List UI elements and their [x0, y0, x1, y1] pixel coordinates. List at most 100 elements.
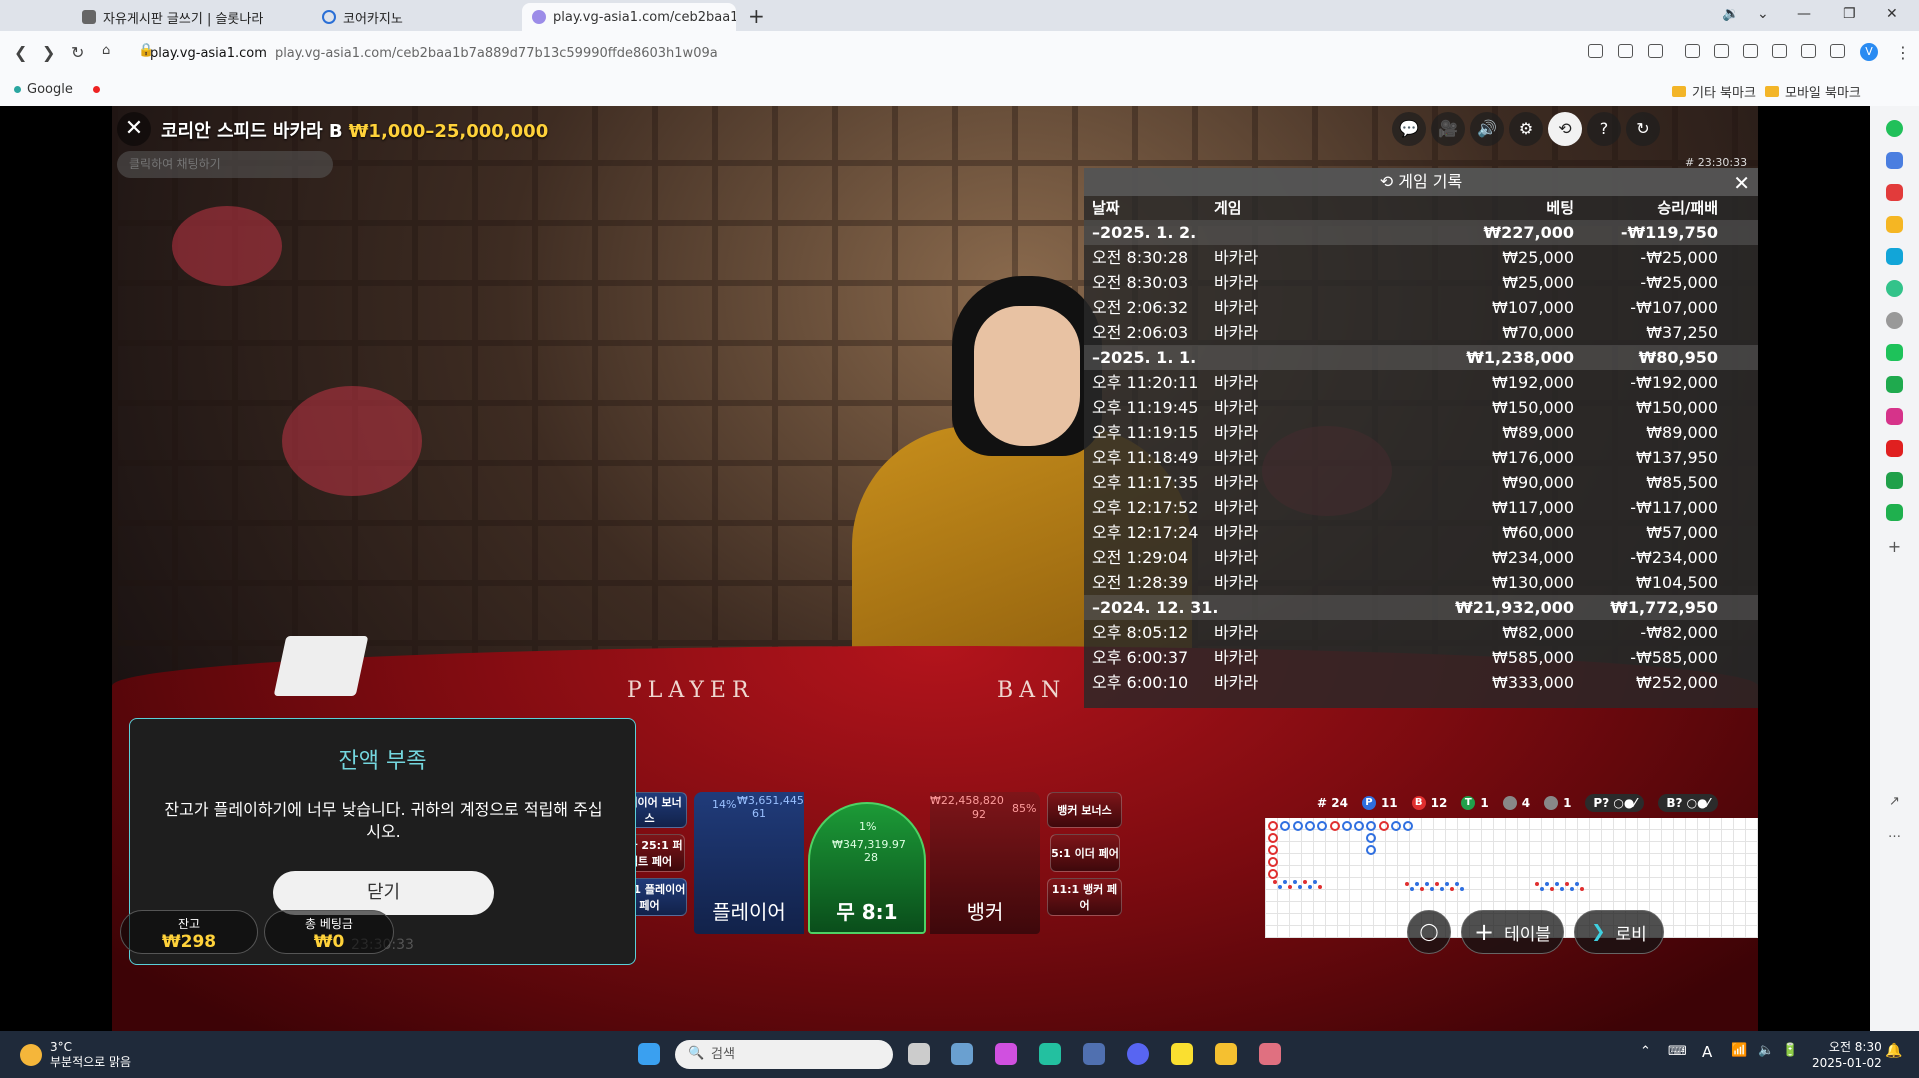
chat-input[interactable] [117, 151, 333, 178]
close-dialog-button[interactable]: 닫기 [273, 871, 494, 915]
screen-capture-icon[interactable] [1772, 44, 1787, 58]
sidebar-app-icon[interactable] [1886, 184, 1903, 201]
youtube-icon[interactable] [1886, 440, 1903, 457]
screenshot-icon[interactable] [1801, 44, 1816, 58]
bookmark-other[interactable]: 기타 북마크 [1672, 82, 1756, 101]
history-icon[interactable]: ⟲ [1548, 112, 1582, 146]
discord-icon[interactable] [1127, 1043, 1149, 1065]
tab-vg-asia[interactable]: play.vg-asia1.com/ceb2baa1b × [522, 3, 736, 31]
sidebar-app-icon[interactable] [1886, 312, 1903, 329]
sidebar-app-icon[interactable] [1886, 152, 1903, 169]
tab-corecasino[interactable]: 코어카지노 [312, 3, 522, 31]
edge-browser-icon[interactable] [1039, 1043, 1061, 1065]
maximize-button[interactable]: ❐ [1843, 6, 1856, 22]
player-predict-button[interactable]: P? ○●⁄ [1585, 794, 1645, 812]
tray-chevron-icon[interactable]: ⌃ [1640, 1044, 1651, 1059]
help-icon[interactable]: ? [1587, 112, 1621, 146]
new-tab-button[interactable]: + [748, 4, 765, 28]
more-icon[interactable]: … [1886, 826, 1903, 843]
copilot-icon[interactable] [1886, 120, 1903, 137]
volume-tray-icon[interactable]: 🔈 [1758, 1043, 1774, 1058]
notification-bell-icon[interactable]: 🔔 [1885, 1043, 1902, 1059]
play-icon[interactable] [1886, 376, 1903, 393]
felt-banker-text: BAN [997, 678, 1067, 703]
history-cell-date: 오전 8:30:28 [1092, 248, 1189, 267]
sidebar-app-icon[interactable] [1886, 504, 1903, 521]
kakaotalk-icon[interactable] [1171, 1043, 1193, 1065]
player-win-count: 11 [1380, 796, 1398, 810]
wifi-icon[interactable]: 📶 [1731, 1043, 1747, 1058]
tab-slotnara[interactable]: 자유게시판 글쓰기 | 슬롯나라 [72, 3, 312, 31]
close-window-button[interactable]: ✕ [1886, 6, 1898, 22]
either-pair-bet[interactable]: 5:1 이더 페어 [1050, 834, 1120, 872]
sidebar-app-icon[interactable] [1886, 472, 1903, 489]
back-icon[interactable]: ❮ [14, 43, 27, 62]
file-explorer-icon[interactable] [1215, 1043, 1237, 1065]
battery-icon[interactable]: 🔋 [1782, 1043, 1798, 1058]
keyboard-icon[interactable]: ⌨ [1668, 1044, 1687, 1059]
sidebar-app-icon[interactable] [1886, 248, 1903, 265]
reload-stream-icon[interactable]: ↻ [1626, 112, 1660, 146]
app-icon[interactable] [1083, 1043, 1105, 1065]
chevron-down-icon[interactable]: ⌄ [1757, 6, 1769, 22]
banker-bonus-bet[interactable]: 뱅커 보너스 [1047, 792, 1122, 828]
photos-app-icon[interactable] [951, 1043, 973, 1065]
add-icon[interactable]: + [1886, 538, 1903, 555]
ime-icon[interactable]: A [1702, 1043, 1712, 1061]
sidebar-app-icon[interactable] [1886, 280, 1903, 297]
url-input[interactable]: play.vg-asia1.com play.vg-asia1.com/ceb2… [150, 38, 718, 68]
banker-pair-bet[interactable]: 11:1 뱅커 페어 [1047, 878, 1122, 916]
plus-icon: + [1473, 918, 1495, 946]
game-viewport: PLAYER BAN ✕ 코리안 스피드 바카라 B ₩1,000–25,000,… [112, 106, 1758, 1031]
download-icon[interactable] [1743, 44, 1758, 58]
close-history-icon[interactable]: ✕ [1733, 171, 1750, 195]
tie-count: 1 [1480, 796, 1489, 810]
video-icon[interactable]: 🎥 [1431, 112, 1465, 146]
reading-list-icon[interactable] [1714, 44, 1729, 58]
bookmark-mobile[interactable]: 모바일 북마크 [1765, 82, 1861, 101]
extensions-icon[interactable] [1685, 44, 1700, 58]
roadmap-mini-mark [1298, 885, 1302, 889]
lobby-button[interactable]: ❯ 로비 [1574, 910, 1664, 954]
start-menu-icon[interactable] [638, 1043, 660, 1065]
chat-bubble-button[interactable]: ◯ [1407, 910, 1451, 954]
table-button[interactable]: + 테이블 [1461, 910, 1564, 954]
minimize-button[interactable]: — [1797, 6, 1811, 22]
history-cell-bet: ₩25,000 [1502, 248, 1574, 267]
sidebar-app-icon[interactable] [1886, 216, 1903, 233]
cast-icon[interactable] [1588, 44, 1603, 58]
sidebar-app-icon[interactable] [1886, 344, 1903, 361]
system-clock[interactable]: 오전 8:30 2025-01-02 [1812, 1039, 1882, 1071]
task-view-icon[interactable] [908, 1043, 930, 1065]
forward-icon[interactable]: ❯ [42, 43, 55, 62]
bookmark-star-icon[interactable] [1648, 44, 1663, 58]
banker-predict-button[interactable]: B? ○●⁄ [1658, 794, 1718, 812]
instagram-icon[interactable] [1886, 408, 1903, 425]
bookmark-google[interactable]: Google [14, 82, 100, 97]
settings-gear-icon[interactable]: ⚙ [1509, 112, 1543, 146]
reload-icon[interactable]: ↻ [71, 43, 84, 62]
external-link-icon[interactable]: ↗ [1886, 794, 1903, 811]
taskbar-search[interactable]: 검색 [675, 1040, 893, 1069]
player-bet[interactable]: 플레이어 [694, 792, 804, 934]
player-total: ₩3,651,445 [737, 794, 804, 807]
copilot-app-icon[interactable] [995, 1043, 1017, 1065]
chat-icon[interactable]: 💬 [1392, 112, 1426, 146]
roadmap-dot [1403, 821, 1414, 831]
close-game-button[interactable]: ✕ [117, 112, 151, 146]
banker-pct: 85% [1012, 802, 1037, 815]
volume-icon[interactable]: 🔊 [1470, 112, 1504, 146]
roadmap-mini-mark [1293, 880, 1297, 884]
share-icon[interactable] [1618, 44, 1633, 58]
home-icon[interactable]: ⌂ [102, 43, 110, 58]
folder-icon [1672, 86, 1686, 97]
weather-widget[interactable]: 3°C 부분적으로 맑음 [20, 1040, 131, 1070]
app-icon[interactable] [1259, 1043, 1281, 1065]
sidebar-toggle-icon[interactable] [1830, 44, 1845, 58]
menu-icon[interactable]: ⋮ [1895, 43, 1911, 62]
profile-avatar[interactable]: V [1860, 43, 1878, 61]
history-list: –2025. 1. 2. ₩227,000 -₩119,750 오전 8:30:28 바… [1084, 220, 1758, 695]
speaker-icon[interactable]: 🔉 [1722, 6, 1739, 22]
history-row: 오전 1:29:04 바카라 ₩234,000 -₩234,000 [1084, 545, 1758, 570]
history-cell-date: 오전 1:29:04 [1092, 548, 1189, 567]
